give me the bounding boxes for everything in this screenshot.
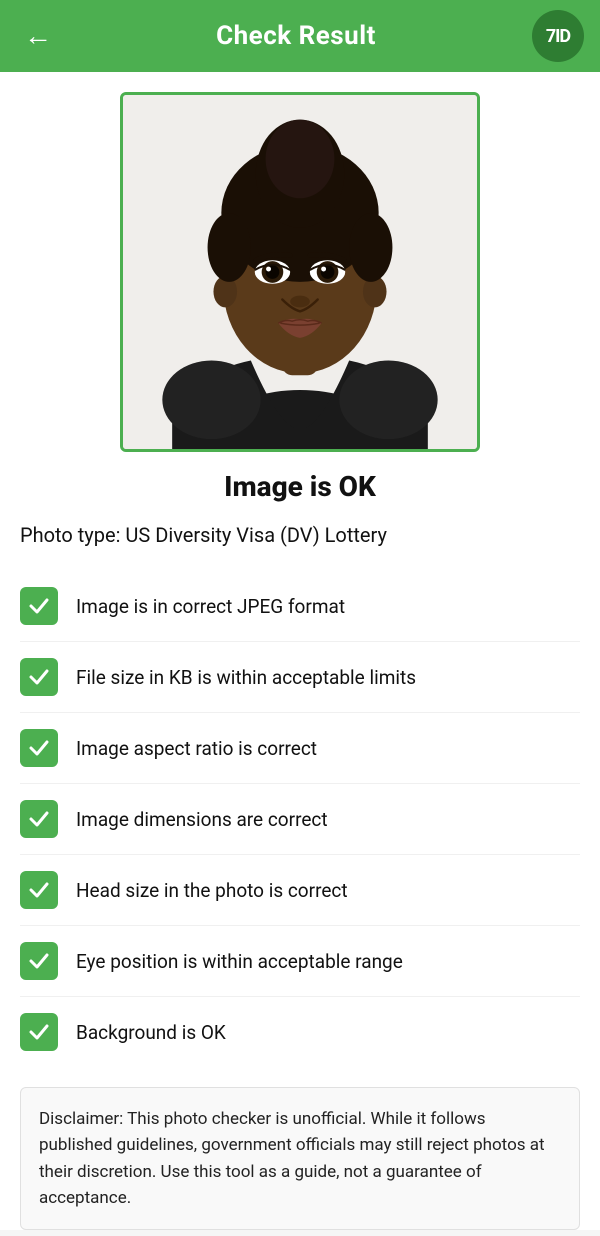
passport-photo [123, 95, 477, 449]
check-item-label: Image dimensions are correct [76, 808, 328, 831]
check-item: Image is in correct JPEG format [20, 571, 580, 642]
check-icon [20, 942, 58, 980]
check-item: Head size in the photo is correct [20, 855, 580, 926]
check-icon [20, 871, 58, 909]
status-text: Image is OK [20, 470, 580, 503]
check-item-label: Head size in the photo is correct [76, 879, 348, 902]
check-item: Image aspect ratio is correct [20, 713, 580, 784]
back-button[interactable]: ← [16, 14, 60, 58]
check-icon [20, 587, 58, 625]
check-item-label: Image aspect ratio is correct [76, 737, 317, 760]
app-header: ← Check Result 7ID [0, 0, 600, 72]
app-logo: 7ID [532, 10, 584, 62]
check-icon [20, 800, 58, 838]
page-title: Check Result [216, 21, 376, 51]
check-icon [20, 658, 58, 696]
check-item: Image dimensions are correct [20, 784, 580, 855]
check-item: Background is OK [20, 997, 580, 1067]
check-item-label: File size in KB is within acceptable lim… [76, 666, 416, 689]
photo-frame [120, 92, 480, 452]
main-content: Image is OK Photo type: US Diversity Vis… [0, 72, 600, 1230]
check-icon [20, 729, 58, 767]
photo-type-label: Photo type: US Diversity Visa (DV) Lotte… [20, 523, 580, 551]
check-item: Eye position is within acceptable range [20, 926, 580, 997]
check-item-label: Eye position is within acceptable range [76, 950, 403, 973]
check-item-label: Image is in correct JPEG format [76, 595, 345, 618]
check-item-label: Background is OK [76, 1021, 226, 1044]
check-list: Image is in correct JPEG format File siz… [20, 571, 580, 1067]
check-icon [20, 1013, 58, 1051]
photo-container [20, 92, 580, 452]
disclaimer: Disclaimer: This photo checker is unoffi… [20, 1087, 580, 1230]
check-item: File size in KB is within acceptable lim… [20, 642, 580, 713]
